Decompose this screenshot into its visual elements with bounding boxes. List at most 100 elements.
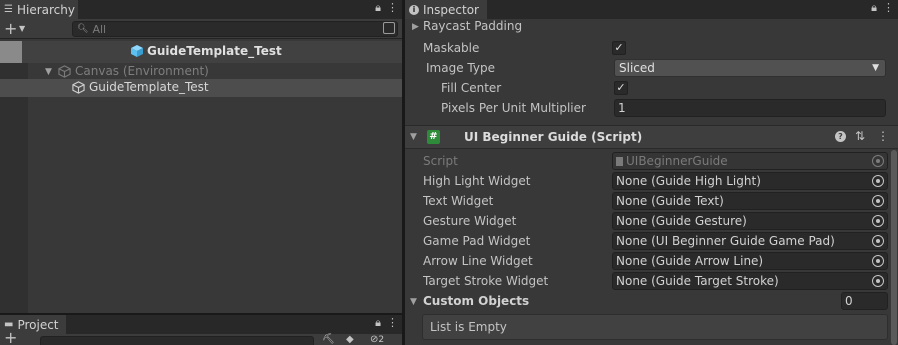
- maskable-checkbox[interactable]: ✓: [612, 41, 626, 55]
- add-icon[interactable]: +: [4, 19, 17, 38]
- info-icon: i: [409, 4, 419, 15]
- add-icon[interactable]: +: [4, 330, 17, 345]
- lock-icon[interactable]: 🔒︎: [871, 1, 877, 15]
- text-widget-field[interactable]: None (Guide Text): [612, 192, 888, 210]
- project-tabbar: ▬ Project 🔒︎ ⋮: [0, 315, 402, 334]
- scene-filter-icon[interactable]: ⛏︎: [322, 334, 335, 345]
- hierarchy-gutter: [0, 63, 28, 313]
- field-label: Target Stroke Widget: [423, 274, 549, 288]
- lock-icon[interactable]: 🔒︎: [375, 316, 381, 330]
- cube-outline-icon: [72, 81, 85, 94]
- foldout-arrow-icon[interactable]: ▼: [410, 132, 417, 142]
- object-picker-icon[interactable]: [872, 275, 884, 287]
- script-file-icon: [616, 156, 623, 166]
- more-menu-icon[interactable]: ⋮: [387, 1, 398, 15]
- cube-outline-icon: [58, 65, 71, 78]
- object-picker-icon[interactable]: [872, 255, 884, 267]
- field-value: None (Guide Arrow Line): [616, 254, 764, 268]
- ppu-label: Pixels Per Unit Multiplier: [441, 101, 586, 115]
- arrow-line-widget-field[interactable]: None (Guide Arrow Line): [612, 252, 888, 270]
- component-title: UI Beginner Guide (Script): [464, 130, 643, 144]
- script-field: UIBeginnerGuide: [612, 152, 888, 170]
- list-empty-text: List is Empty: [430, 320, 507, 334]
- custom-objects-count: 0: [845, 294, 853, 308]
- field-value: None (Guide High Light): [616, 174, 761, 188]
- hierarchy-item-guidetemplate[interactable]: GuideTemplate_Test: [0, 79, 402, 97]
- hierarchy-toolbar: + ▼ 🔍︎ All: [0, 19, 402, 39]
- hidden-count: 2: [378, 335, 385, 345]
- foldout-arrow-icon[interactable]: ▼: [45, 67, 52, 77]
- more-menu-icon[interactable]: ⋮: [883, 1, 894, 15]
- hierarchy-search-input[interactable]: 🔍︎ All: [72, 21, 398, 37]
- object-picker-icon[interactable]: [872, 215, 884, 227]
- inspector-tabbar: i Inspector 🔒︎ ⋮: [405, 0, 898, 19]
- hierarchy-tab-icons: 🔒︎ ⋮: [375, 1, 398, 15]
- script-value: UIBeginnerGuide: [626, 154, 728, 168]
- presets-icon[interactable]: ⇅: [855, 129, 865, 143]
- hierarchy-item-label: GuideTemplate_Test: [89, 80, 209, 94]
- lock-icon[interactable]: 🔒︎: [375, 1, 381, 15]
- ppu-input[interactable]: 1: [614, 99, 886, 117]
- ppu-value: 1: [618, 101, 626, 115]
- project-tab-icons: 🔒︎ ⋮: [375, 316, 398, 330]
- list-empty-box: List is Empty: [422, 314, 888, 340]
- hierarchy-panel: ☰ Hierarchy 🔒︎ ⋮ + ▼ 🔍︎ All GuideTemplat…: [0, 0, 402, 313]
- search-icon: 🔍︎: [77, 24, 89, 34]
- target-stroke-widget-field[interactable]: None (Guide Target Stroke): [612, 272, 888, 290]
- inspector-tab-icons: 🔒︎ ⋮: [871, 1, 894, 15]
- object-picker-icon[interactable]: [872, 175, 884, 187]
- maskable-label: Maskable: [423, 41, 480, 55]
- component-menu-icon[interactable]: ⋮: [877, 129, 889, 143]
- custom-objects-size-input[interactable]: 0: [841, 292, 888, 310]
- help-icon[interactable]: ?: [835, 131, 846, 142]
- foldout-arrow-icon[interactable]: ▼: [410, 297, 417, 307]
- scene-selection-marker: [0, 41, 22, 63]
- image-type-dropdown[interactable]: Sliced ▼: [614, 59, 886, 77]
- field-value: None (Guide Text): [616, 194, 724, 208]
- field-value: None (Guide Target Stroke): [616, 274, 779, 288]
- field-label: Arrow Line Widget: [423, 254, 533, 268]
- fill-center-label: Fill Center: [441, 81, 502, 95]
- hierarchy-tab[interactable]: ☰ Hierarchy: [0, 0, 78, 19]
- script-label: Script: [423, 154, 458, 168]
- hierarchy-tabbar: ☰ Hierarchy 🔒︎ ⋮: [0, 0, 402, 19]
- field-label: High Light Widget: [423, 174, 531, 188]
- hidden-packages-icon[interactable]: ⊘2: [370, 334, 384, 345]
- label-filter-icon[interactable]: ◆: [346, 334, 354, 345]
- object-picker-icon[interactable]: [872, 235, 884, 247]
- search-filter-icon[interactable]: [383, 22, 395, 34]
- object-picker-icon: [872, 155, 884, 167]
- custom-objects-label[interactable]: Custom Objects: [423, 294, 529, 308]
- hierarchy-item-label: Canvas (Environment): [75, 64, 209, 78]
- gesture-widget-field[interactable]: None (Guide Gesture): [612, 212, 888, 230]
- chevron-down-icon: ▼: [872, 63, 879, 73]
- inspector-tab-label: Inspector: [423, 2, 479, 17]
- project-panel: ▬ Project 🔒︎ ⋮ + ⛏︎ ◆ ⊘2: [0, 315, 402, 345]
- list-icon: ☰: [4, 4, 13, 15]
- dropdown-caret-icon[interactable]: ▼: [19, 19, 25, 39]
- image-type-label: Image Type: [426, 61, 495, 75]
- fill-center-checkbox[interactable]: ✓: [614, 81, 628, 95]
- project-toolbar: + ⛏︎ ◆ ⊘2: [0, 330, 402, 345]
- script-component-icon: #: [427, 130, 440, 144]
- more-menu-icon[interactable]: ⋮: [387, 316, 398, 330]
- scene-header-row[interactable]: GuideTemplate_Test: [0, 41, 402, 63]
- project-search-input[interactable]: [40, 336, 314, 345]
- game-pad-widget-field[interactable]: None (UI Beginner Guide Game Pad): [612, 232, 888, 250]
- object-picker-icon[interactable]: [872, 195, 884, 207]
- scene-name: GuideTemplate_Test: [147, 44, 282, 58]
- cube-icon: [131, 45, 143, 57]
- field-label: Gesture Widget: [423, 214, 517, 228]
- image-type-value: Sliced: [619, 61, 655, 75]
- raycast-padding-label[interactable]: Raycast Padding: [423, 19, 522, 33]
- hierarchy-tab-label: Hierarchy: [16, 2, 75, 17]
- inspector-tab[interactable]: i Inspector: [405, 0, 487, 19]
- inspector-scrollbar[interactable]: [891, 150, 897, 345]
- foldout-arrow-right-icon[interactable]: ▶: [412, 22, 419, 32]
- high-light-widget-field[interactable]: None (Guide High Light): [612, 172, 888, 190]
- field-value: None (UI Beginner Guide Game Pad): [616, 234, 835, 248]
- component-header[interactable]: ▼ # UI Beginner Guide (Script) ? ⇅ ⋮: [405, 125, 898, 149]
- search-placeholder: All: [92, 22, 107, 36]
- field-label: Game Pad Widget: [423, 234, 531, 248]
- field-label: Text Widget: [423, 194, 494, 208]
